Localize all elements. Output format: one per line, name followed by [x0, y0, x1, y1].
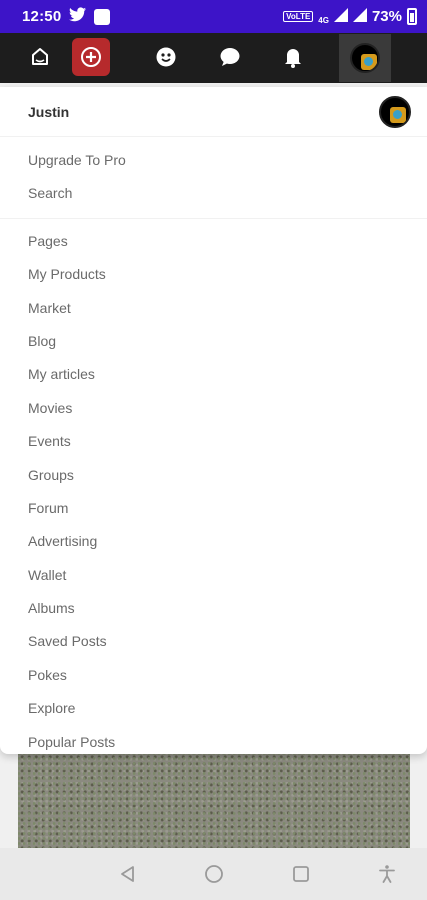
user-dropdown-menu: Justin Upgrade To Pro Search Pages My Pr…: [0, 87, 427, 754]
menu-item-albums[interactable]: Albums: [0, 592, 427, 625]
app-navbar: [0, 33, 427, 83]
clock: 12:50: [22, 8, 62, 25]
menu-item-my-articles[interactable]: My articles: [0, 358, 427, 391]
menu-item-my-products[interactable]: My Products: [0, 258, 427, 291]
menu-item-pages[interactable]: Pages: [0, 225, 427, 258]
chat-icon[interactable]: [211, 38, 249, 76]
menu-item-saved-posts[interactable]: Saved Posts: [0, 625, 427, 658]
system-navigation-bar: [0, 848, 427, 900]
smiley-icon[interactable]: [147, 38, 185, 76]
menu-user-header[interactable]: Justin: [0, 87, 427, 137]
post-photo[interactable]: [18, 752, 410, 848]
menu-item-forum[interactable]: Forum: [0, 492, 427, 525]
menu-item-search[interactable]: Search: [0, 177, 427, 210]
create-plus-icon[interactable]: [72, 38, 110, 76]
back-icon[interactable]: [115, 861, 141, 887]
home-icon[interactable]: [21, 38, 59, 76]
home-circle-icon[interactable]: [201, 861, 227, 887]
wifi-calling-icon: [333, 7, 348, 26]
network-type-label: 4G: [318, 15, 329, 25]
recents-icon[interactable]: [288, 861, 314, 887]
battery-percent: 73%: [371, 8, 402, 25]
menu-item-wallet[interactable]: Wallet: [0, 559, 427, 592]
user-name: Justin: [28, 103, 70, 120]
signal-icon: [352, 7, 367, 26]
status-bar: 12:50 VoLTE 4G 73%: [0, 0, 427, 33]
menu-item-explore[interactable]: Explore: [0, 692, 427, 725]
avatar: [350, 43, 380, 73]
menu-item-advertising[interactable]: Advertising: [0, 525, 427, 558]
profile-avatar[interactable]: [339, 34, 391, 82]
menu-item-popular-posts[interactable]: Popular Posts: [0, 726, 427, 759]
bell-icon[interactable]: [274, 38, 312, 76]
menu-user-avatar: [379, 95, 411, 128]
notification-square-icon: [94, 8, 111, 25]
menu-item-movies[interactable]: Movies: [0, 392, 427, 425]
menu-section-top: Upgrade To Pro Search: [0, 137, 427, 219]
menu-item-pokes[interactable]: Pokes: [0, 659, 427, 692]
menu-item-blog[interactable]: Blog: [0, 325, 427, 358]
volte-icon: VoLTE: [283, 11, 314, 22]
menu-item-events[interactable]: Events: [0, 425, 427, 458]
battery-icon: [407, 8, 417, 25]
menu-section-main: Pages My Products Market Blog My article…: [0, 219, 427, 766]
menu-item-upgrade-to-pro[interactable]: Upgrade To Pro: [0, 144, 427, 177]
accessibility-icon[interactable]: [374, 861, 400, 887]
menu-item-groups[interactable]: Groups: [0, 459, 427, 492]
twitter-icon: [69, 7, 87, 26]
menu-item-market[interactable]: Market: [0, 292, 427, 325]
